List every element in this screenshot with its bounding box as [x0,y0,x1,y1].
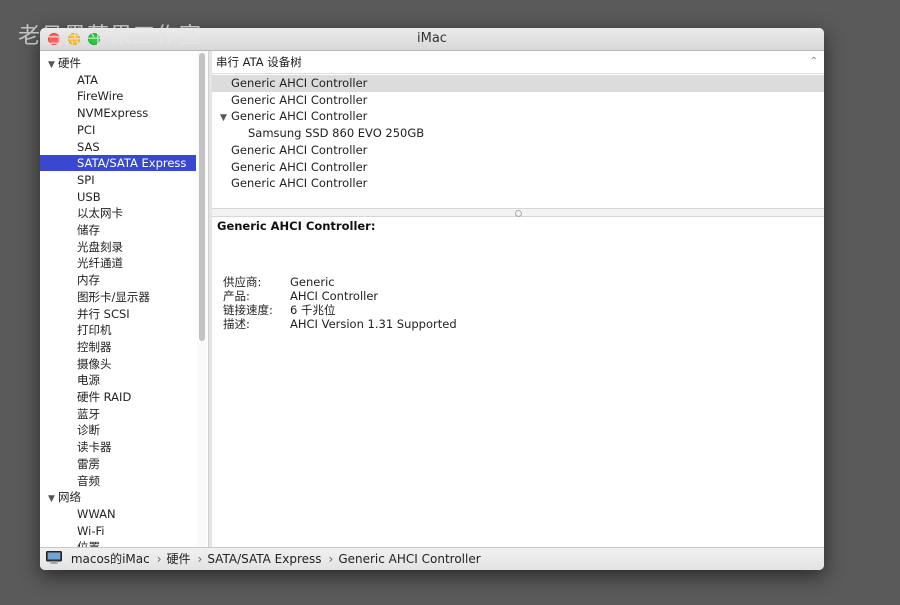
disclosure-triangle-icon[interactable]: ▼ [48,491,58,507]
splitter-grip-icon[interactable] [515,210,522,217]
system-information-window: iMac ▼ 硬件 ATA FireWire NVMExpress PCI SAS SATA/… [40,28,824,570]
sidebar-item[interactable]: NVMExpress [40,105,196,121]
tree-row-label: Generic AHCI Controller [231,142,368,157]
sidebar-item[interactable]: 储存 [40,222,196,238]
tree-row-label: Generic AHCI Controller [231,176,368,191]
sidebar-item[interactable]: SAS [40,139,196,155]
sidebar-item[interactable]: 内存 [40,272,196,288]
breadcrumb-separator-icon: › [328,552,334,566]
sidebar-item[interactable]: 硬件 RAID [40,389,196,405]
property-value: 6 千兆位 [290,303,336,317]
sidebar-group-label: 网络 [58,490,81,505]
breadcrumb-item[interactable]: 硬件 [167,552,191,566]
detail-title: Generic AHCI Controller: [217,219,376,233]
sidebar-item[interactable]: 图形卡/显示器 [40,289,196,305]
sidebar-item[interactable]: USB [40,189,196,205]
tree-row[interactable]: Generic AHCI Controller [212,75,824,92]
breadcrumb: macos的iMac › 硬件 › SATA/SATA Express › Generic … [46,548,481,570]
breadcrumb-separator-icon: › [156,552,162,566]
tree-row-label: Generic AHCI Controller [231,109,368,124]
sidebar-item[interactable]: 光纤通道 [40,255,196,271]
sidebar-item[interactable]: 并行 SCSI [40,306,196,322]
breadcrumb-item[interactable]: SATA/SATA Express [207,552,321,566]
sidebar-item[interactable]: 读卡器 [40,439,196,455]
sidebar: ▼ 硬件 ATA FireWire NVMExpress PCI SAS SATA/SATA … [40,51,196,547]
sidebar-group-1[interactable]: ▼ 网络 [40,489,196,505]
sidebar-item[interactable]: 音频 [40,473,196,489]
sidebar-item[interactable]: SATA/SATA Express [40,155,196,172]
sidebar-group-label: 硬件 [58,56,81,70]
sidebar-item[interactable]: WWAN [40,506,196,522]
property-key: 链接速度: [223,303,273,317]
disclosure-triangle-icon[interactable]: ▼ [48,57,58,73]
sidebar-scroll-thumb[interactable] [199,53,205,341]
property-row: 链接速度: 6 千兆位 [223,303,335,317]
sidebar-item[interactable]: 光盘刻录 [40,239,196,255]
sidebar-item[interactable]: 控制器 [40,339,196,355]
sidebar-item[interactable]: 诊断 [40,422,196,438]
content-header-label: 串行 ATA 设备树 [216,55,302,69]
tree-row[interactable]: Generic AHCI Controller [212,142,824,159]
sidebar-item[interactable]: 打印机 [40,322,196,338]
sidebar-item[interactable]: 位置 [40,539,196,547]
horizontal-splitter[interactable] [212,208,824,217]
content-header: 串行 ATA 设备树 ⌃ [212,51,824,74]
tree-row[interactable]: Samsung SSD 860 EVO 250GB [212,125,824,142]
breadcrumb-item[interactable]: macos的iMac [71,552,150,566]
breadcrumb-item[interactable]: Generic AHCI Controller [338,552,480,566]
sidebar-item[interactable]: PCI [40,122,196,138]
sidebar-item[interactable]: Wi-Fi [40,523,196,539]
device-tree: Generic AHCI Controller Generic AHCI Cont… [212,74,824,208]
property-key: 供应商: [223,275,262,289]
sidebar-item[interactable]: 电源 [40,372,196,388]
tree-row-label: Generic AHCI Controller [231,159,368,174]
property-row: 产品: AHCI Controller [223,289,378,303]
chevron-up-icon[interactable]: ⌃ [810,51,818,73]
tree-row[interactable]: Generic AHCI Controller [212,159,824,176]
tree-row-label: Generic AHCI Controller [231,76,368,90]
detail-pane: Generic AHCI Controller: 供应商: Generic 产品: A… [212,217,824,547]
breadcrumb-separator-icon: › [197,552,203,566]
sidebar-item[interactable]: 蓝牙 [40,406,196,422]
watermark-text: 老吕黑苹果工作室 [18,24,203,49]
property-value: AHCI Controller [290,289,379,303]
sidebar-item[interactable]: SPI [40,172,196,188]
sidebar-item[interactable]: 以太网卡 [40,205,196,221]
status-bar: macos的iMac › 硬件 › SATA/SATA Express › Generic … [40,547,824,570]
tree-row-label: Generic AHCI Controller [231,92,368,107]
tree-row[interactable]: ▼ Generic AHCI Controller [212,108,824,125]
tree-row[interactable]: Generic AHCI Controller [212,92,824,109]
tree-row-label: Samsung SSD 860 EVO 250GB [248,126,425,141]
property-row: 供应商: Generic [223,275,335,289]
property-key: 产品: [223,289,250,303]
sidebar-item[interactable]: 摄像头 [40,356,196,372]
property-value: AHCI Version 1.31 Supported [290,317,457,331]
property-key: 描述: [223,317,250,331]
property-value: Generic [290,275,335,289]
sidebar-item[interactable]: FireWire [40,88,196,104]
imac-icon [46,549,62,564]
property-row: 描述: AHCI Version 1.31 Supported [223,317,457,331]
tree-row[interactable]: Generic AHCI Controller [212,175,824,192]
sidebar-scrollbar[interactable] [197,51,207,547]
sidebar-group-0[interactable]: ▼ 硬件 [40,55,196,71]
sidebar-item[interactable]: 雷雳 [40,456,196,472]
sidebar-item[interactable]: ATA [40,72,196,88]
